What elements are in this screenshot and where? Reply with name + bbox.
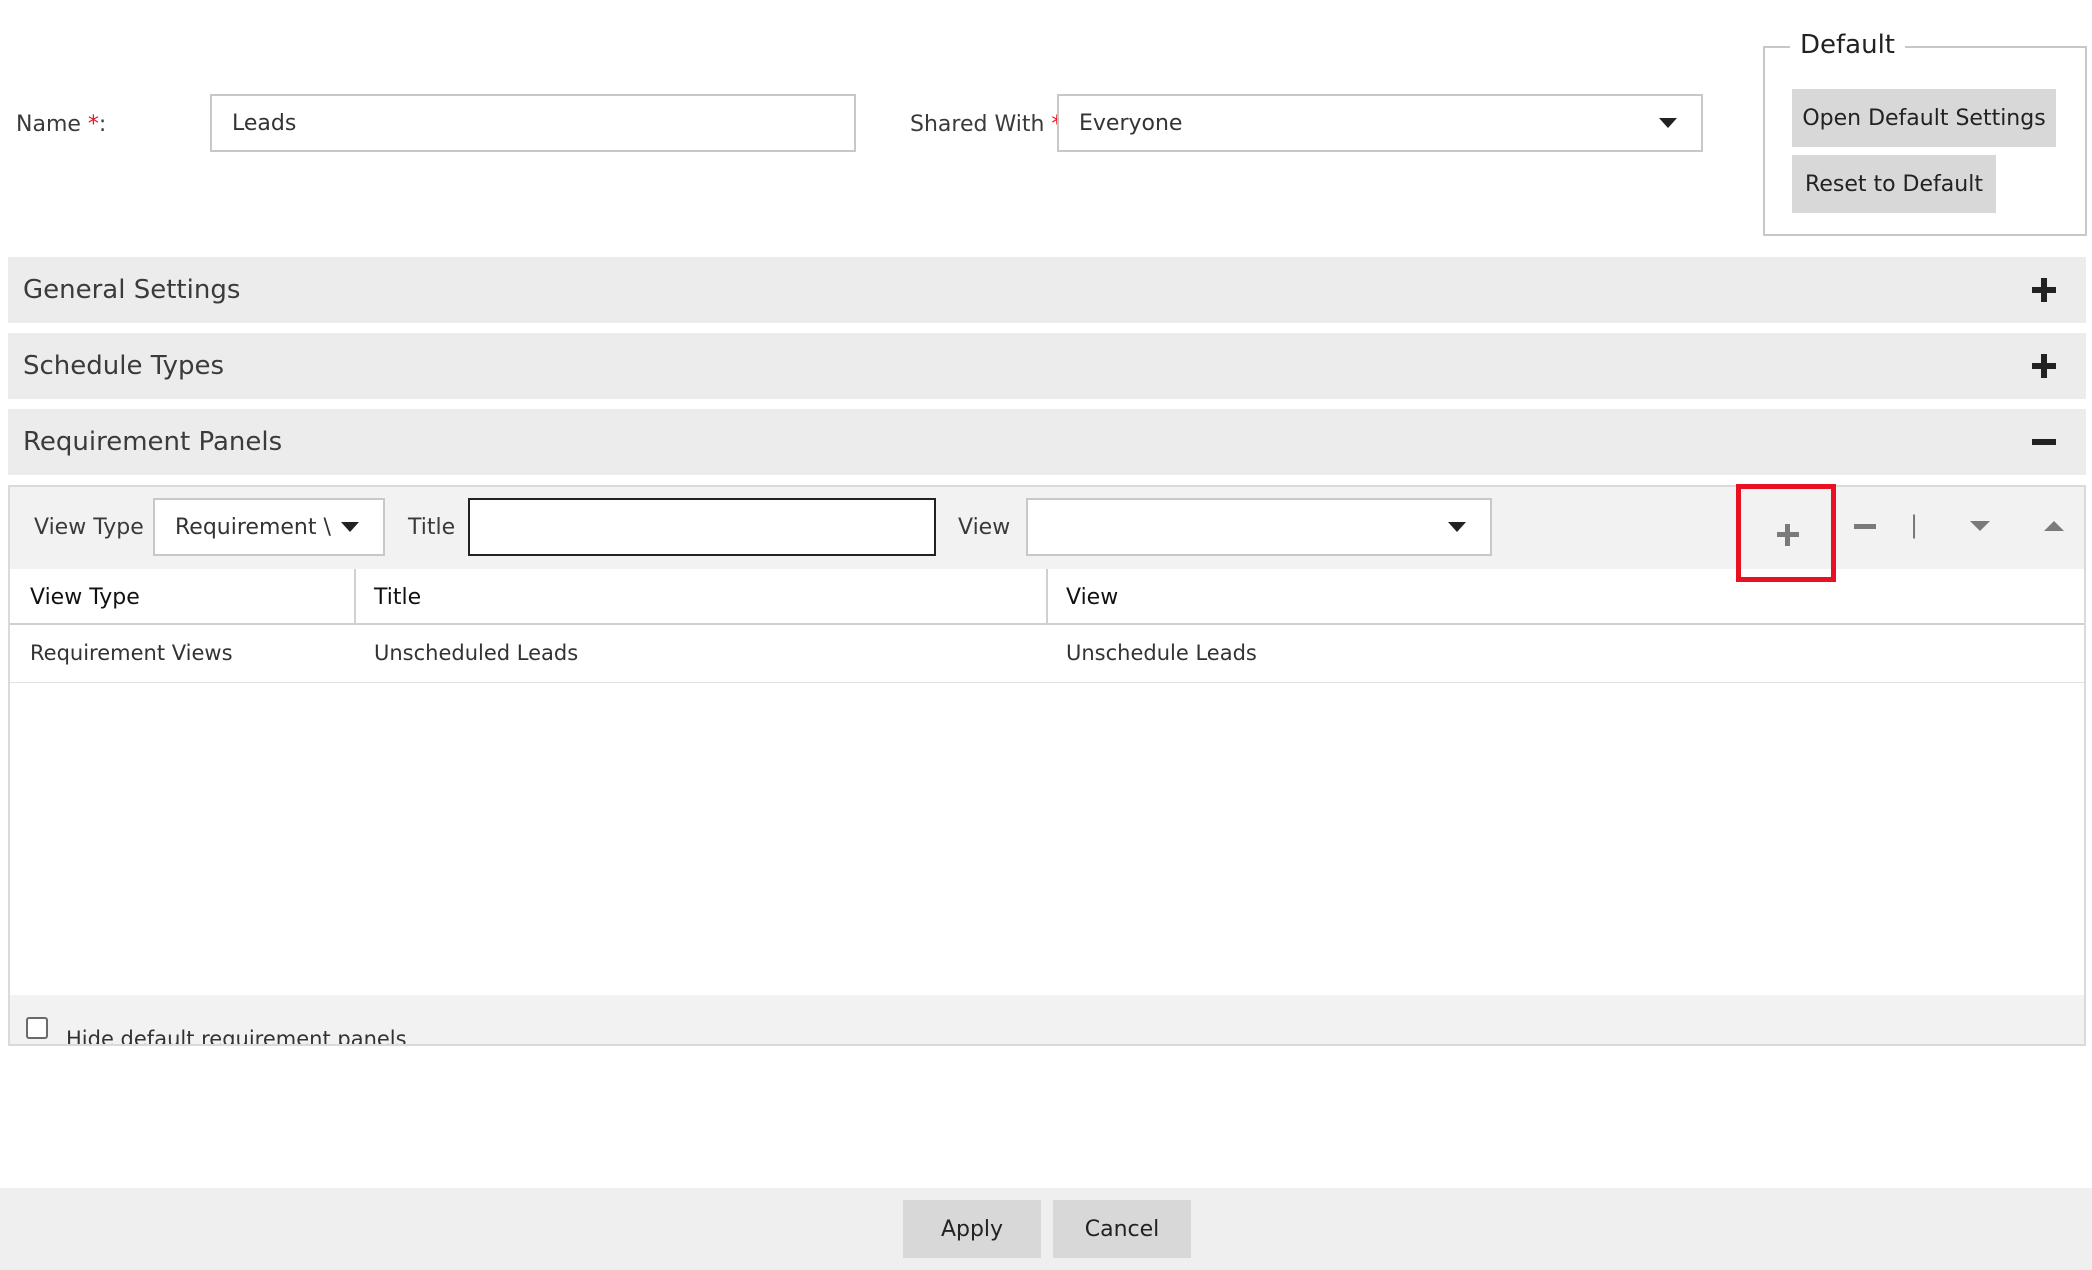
name-label: Name *:: [16, 112, 107, 137]
shared-with-select[interactable]: Everyone: [1057, 94, 1703, 152]
cancel-button[interactable]: Cancel: [1053, 1200, 1191, 1258]
column-divider: [354, 569, 356, 625]
title-input[interactable]: [468, 498, 936, 556]
column-header-title[interactable]: Title: [374, 585, 421, 610]
plus-icon: [1777, 524, 1799, 546]
add-button[interactable]: [1736, 484, 1836, 582]
default-legend: Default: [1790, 30, 1905, 60]
hide-default-label: Hide default requirement panels: [66, 1027, 407, 1044]
table-row[interactable]: Requirement Views Unscheduled Leads Unsc…: [10, 625, 2084, 683]
section-schedule-types[interactable]: Schedule Types: [8, 333, 2086, 399]
column-header-view-type[interactable]: View Type: [30, 585, 140, 610]
section-requirement-panels[interactable]: Requirement Panels: [8, 409, 2086, 475]
column-header-view[interactable]: View: [1066, 585, 1118, 610]
cell-view-type: Requirement Views: [30, 641, 233, 665]
minus-icon: [1854, 524, 1876, 529]
view-select[interactable]: [1026, 498, 1492, 556]
expand-icon[interactable]: [2032, 354, 2056, 378]
required-mark: *: [87, 112, 99, 137]
move-up-button[interactable]: [2034, 515, 2074, 539]
footer-bar: [0, 1188, 2092, 1270]
caret-up-icon: [2044, 521, 2064, 531]
view-label: View: [958, 515, 1011, 540]
cell-view: Unschedule Leads: [1066, 641, 1257, 665]
section-general-settings[interactable]: General Settings: [8, 257, 2086, 323]
apply-button[interactable]: Apply: [903, 1200, 1041, 1258]
move-down-button[interactable]: [1960, 515, 2000, 539]
hide-default-strip: Hide default requirement panels: [10, 995, 2084, 1044]
cell-title: Unscheduled Leads: [374, 641, 579, 665]
expand-icon[interactable]: [2032, 278, 2056, 302]
hide-default-checkbox[interactable]: [26, 1017, 48, 1039]
remove-button[interactable]: [1844, 515, 1884, 539]
view-type-select[interactable]: Requirement \: [153, 498, 385, 556]
open-default-settings-button[interactable]: Open Default Settings: [1792, 89, 2056, 147]
title-label: Title: [408, 515, 456, 540]
requirement-panels-container: View Type Requirement \ Title View | Vie…: [8, 484, 2086, 1046]
toolbar-separator: |: [1910, 511, 1919, 539]
name-input[interactable]: Leads: [210, 94, 856, 152]
chevron-down-icon: [341, 522, 359, 532]
chevron-down-icon: [1659, 118, 1677, 128]
chevron-down-icon: [1448, 522, 1466, 532]
view-type-label: View Type: [34, 515, 144, 540]
reset-to-default-button[interactable]: Reset to Default: [1792, 155, 1996, 213]
shared-with-label: Shared With *:: [910, 112, 1070, 137]
collapse-icon[interactable]: [2032, 439, 2056, 445]
column-divider: [1046, 569, 1048, 625]
caret-down-icon: [1970, 521, 1990, 531]
